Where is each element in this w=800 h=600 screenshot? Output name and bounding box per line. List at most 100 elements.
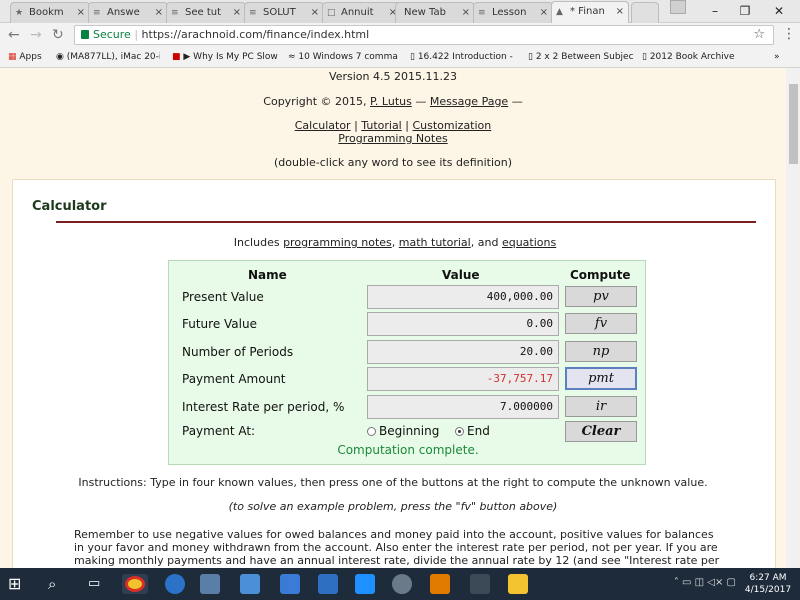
copyright-text: Copyright © 2015,: [263, 95, 367, 108]
file-icon[interactable]: [318, 574, 338, 594]
document-icon: □: [327, 8, 336, 18]
tab-label: SOLUT: [263, 7, 296, 18]
present-value-label: Present Value: [182, 290, 264, 304]
outlook-icon[interactable]: [200, 574, 220, 594]
close-icon[interactable]: ×: [540, 7, 548, 18]
tab-bookmarks[interactable]: ★ Bookm ×: [10, 2, 90, 23]
close-icon[interactable]: ×: [155, 7, 163, 18]
chrome-taskbar-icon[interactable]: [122, 574, 148, 594]
calculator-table: Name Value Compute Present Value 400,000…: [168, 260, 646, 465]
bluetooth-icon[interactable]: [240, 574, 260, 594]
close-icon[interactable]: ×: [77, 7, 85, 18]
forward-icon[interactable]: →: [30, 27, 42, 43]
close-icon[interactable]: ×: [311, 7, 319, 18]
close-window-icon[interactable]: ✕: [764, 2, 794, 20]
file-explorer-icon[interactable]: [508, 574, 528, 594]
equations-link[interactable]: equations: [502, 236, 556, 249]
compute-fv-button[interactable]: fv: [565, 313, 637, 334]
message-page-link[interactable]: Message Page: [430, 95, 508, 108]
page-content: Version 4.5 2015.11.23 Copyright © 2015,…: [0, 68, 786, 568]
excel-like-icon[interactable]: [280, 574, 300, 594]
url-input[interactable]: Secure | https://arachnoid.com/finance/i…: [74, 25, 774, 45]
back-icon[interactable]: ←: [8, 27, 20, 43]
battery-icon[interactable]: ▭: [682, 577, 691, 588]
task-view-icon[interactable]: ▭: [88, 574, 108, 594]
bookmark-2x2[interactable]: ▯ 2 x 2 Between Subjec: [528, 52, 634, 62]
compute-pmt-button[interactable]: pmt: [565, 367, 637, 390]
future-value-input[interactable]: 0.00: [367, 312, 559, 336]
interest-rate-input[interactable]: 7.000000: [367, 395, 559, 419]
tab-finance-active[interactable]: ▲ * Finan ×: [551, 1, 629, 24]
tutorial-link[interactable]: Tutorial: [361, 119, 401, 132]
tab-new[interactable]: New Tab ×: [395, 2, 475, 23]
bookmark-label: 2 x 2 Between Subjec: [535, 52, 634, 62]
lock-icon: [81, 30, 89, 39]
chevron-up-icon[interactable]: ˄: [674, 577, 679, 588]
notification-icon[interactable]: ▢: [727, 577, 736, 588]
includes-line: Includes programming notes, math tutoria…: [13, 236, 777, 249]
programming-notes-inline-link[interactable]: programming notes: [283, 236, 392, 249]
volume-icon[interactable]: ◁×: [707, 577, 723, 588]
tab-answers[interactable]: ≡ Answe ×: [88, 2, 168, 23]
console-icon[interactable]: [470, 574, 490, 594]
link-label: Programming Notes: [338, 132, 448, 145]
radio-beginning[interactable]: [367, 427, 376, 436]
calculator-link[interactable]: Calculator: [295, 119, 351, 132]
radio-end[interactable]: [455, 427, 464, 436]
clock[interactable]: 6:27 AM 4/15/2017: [740, 572, 796, 596]
compute-np-button[interactable]: np: [565, 341, 637, 362]
close-icon[interactable]: ×: [462, 7, 470, 18]
bookmark-imac[interactable]: ◉ (MA877LL), iMac 20-i: [56, 52, 160, 62]
search-icon[interactable]: ⌕: [48, 574, 68, 594]
close-icon[interactable]: ×: [233, 7, 241, 18]
payment-at-label: Payment At:: [182, 424, 256, 438]
scrollbar-thumb[interactable]: [789, 84, 798, 164]
new-tab-button[interactable]: [631, 2, 659, 23]
tab-annuity[interactable]: □ Annuit ×: [322, 2, 402, 23]
minimize-icon[interactable]: –: [700, 2, 730, 20]
apple-icon: ◉: [56, 52, 64, 62]
tab-see-tutor[interactable]: ≡ See tut ×: [166, 2, 246, 23]
bookmark-apps[interactable]: ▦ Apps: [8, 52, 42, 62]
maximize-icon[interactable]: ❐: [730, 2, 760, 20]
youtube-icon: ■: [172, 52, 181, 62]
tab-label: New Tab: [404, 7, 446, 18]
bookmark-label: Apps: [19, 52, 42, 62]
clock-date: 4/15/2017: [744, 585, 792, 595]
close-icon[interactable]: ×: [616, 6, 624, 17]
payment-amount-input[interactable]: -37,757.17: [367, 367, 559, 391]
programming-notes-link[interactable]: Programming Notes: [0, 132, 786, 145]
math-tutorial-link[interactable]: math tutorial: [399, 236, 471, 249]
present-value-input[interactable]: 400,000.00: [367, 285, 559, 309]
tab-solution[interactable]: ≡ SOLUT ×: [244, 2, 324, 23]
version-text: Version 4.5 2015.11.23: [329, 70, 457, 83]
customization-link[interactable]: Customization: [412, 119, 491, 132]
magnifier-icon[interactable]: [392, 574, 412, 594]
number-of-periods-input[interactable]: 20.00: [367, 340, 559, 364]
profile-icon[interactable]: [670, 0, 686, 14]
bookmarks-overflow-icon[interactable]: »: [774, 52, 780, 62]
bookmark-pc-slow[interactable]: ■ ▶ Why Is My PC Slow: [172, 52, 280, 62]
document-icon: ▯: [642, 52, 647, 62]
compute-pv-button[interactable]: pv: [565, 286, 637, 307]
bookmark-windows7[interactable]: ≈ 10 Windows 7 comma: [288, 52, 398, 62]
author-link[interactable]: P. Lutus: [370, 95, 412, 108]
column-header-compute: Compute: [570, 268, 631, 282]
network-icon[interactable]: ◫: [695, 577, 704, 588]
malwarebytes-icon[interactable]: [355, 574, 375, 594]
bookmark-2012-archive[interactable]: ▯ 2012 Book Archive: [642, 52, 742, 62]
menu-icon[interactable]: ⋮: [782, 26, 796, 42]
media-icon[interactable]: [430, 574, 450, 594]
payment-timing-group: Beginning End: [367, 424, 490, 438]
bookmark-label: ▶ Why Is My PC Slow: [183, 52, 278, 62]
start-windows-icon[interactable]: ⊞: [8, 575, 28, 595]
compute-ir-button[interactable]: ir: [565, 396, 637, 417]
reload-icon[interactable]: ↻: [52, 27, 64, 43]
clear-button[interactable]: Clear: [565, 421, 637, 442]
bookmark-star-icon[interactable]: ☆: [753, 26, 765, 44]
bookmark-16422[interactable]: ▯ 16.422 Introduction -: [410, 52, 518, 62]
finance-icon: ▲: [556, 7, 563, 17]
bookmark-label: 10 Windows 7 comma: [298, 52, 398, 62]
firefox-icon[interactable]: [165, 574, 185, 594]
tab-lesson[interactable]: ≡ Lesson ×: [473, 2, 553, 23]
